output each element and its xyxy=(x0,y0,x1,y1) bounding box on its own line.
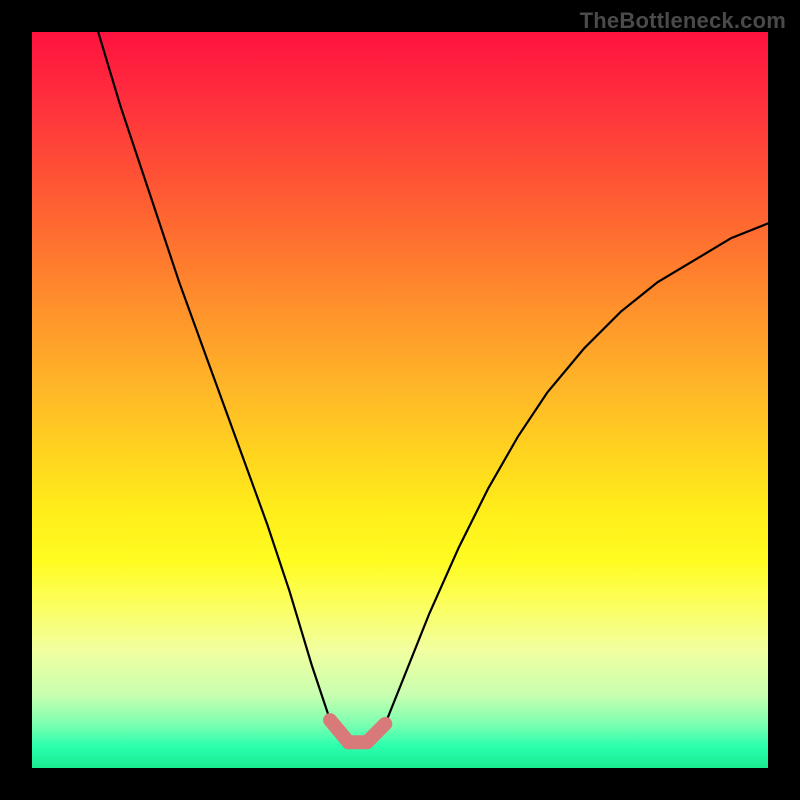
chart-frame: TheBottleneck.com xyxy=(0,0,800,800)
watermark-text: TheBottleneck.com xyxy=(580,8,786,34)
curve-layer xyxy=(32,32,768,768)
plot-area xyxy=(32,32,768,768)
marker-right-foot xyxy=(367,724,385,742)
bottleneck-curve xyxy=(98,32,768,742)
valley-markers xyxy=(330,720,385,742)
